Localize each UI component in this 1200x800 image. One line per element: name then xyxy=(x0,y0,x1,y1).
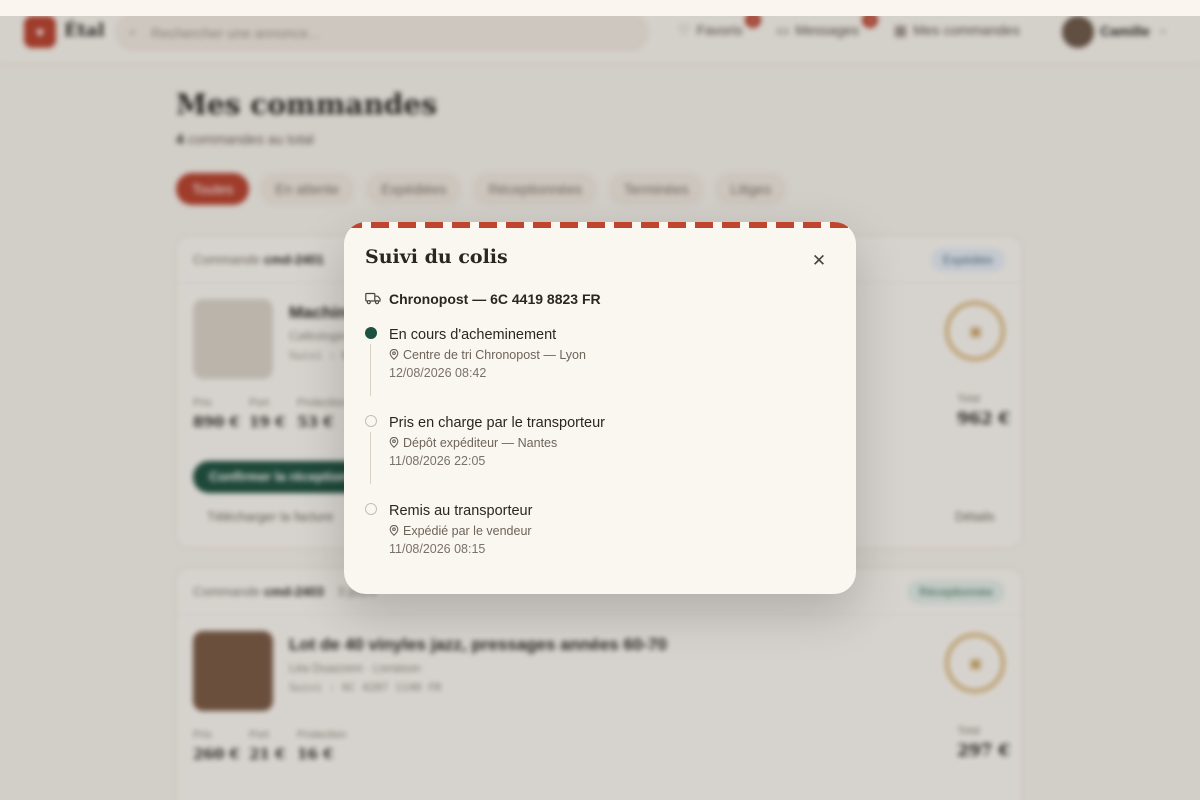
timeline-line xyxy=(370,344,371,396)
modal-stripe xyxy=(344,222,856,228)
pin-icon xyxy=(389,436,399,448)
event-location: Dépôt expéditeur — Nantes xyxy=(389,436,557,450)
tracking-modal: Suivi du colis ✕ Chronopost — 6C 4419 88… xyxy=(344,222,856,594)
timeline-dot xyxy=(365,415,377,427)
event-location: Centre de tri Chronopost — Lyon xyxy=(389,348,586,362)
pin-icon xyxy=(389,348,399,360)
modal-title: Suivi du colis xyxy=(365,246,508,268)
truck-icon xyxy=(365,292,381,305)
event-date: 12/08/2026 08:42 xyxy=(389,366,487,380)
timeline-line xyxy=(370,432,371,484)
event-location: Expédié par le vendeur xyxy=(389,524,532,538)
event-status: En cours d'acheminement xyxy=(389,327,557,343)
event-location-text: Centre de tri Chronopost — Lyon xyxy=(403,348,586,362)
carrier-tracking: Chronopost — 6C 4419 8823 FR xyxy=(389,291,601,307)
event-status: Pris en charge par le transporteur xyxy=(389,415,605,431)
timeline-dot xyxy=(365,503,377,515)
timeline-dot-current xyxy=(365,327,377,339)
top-strip xyxy=(0,0,1200,16)
event-status: Remis au transporteur xyxy=(389,503,533,519)
event-location-text: Dépôt expéditeur — Nantes xyxy=(403,436,558,450)
event-location-text: Expédié par le vendeur xyxy=(403,524,532,538)
close-icon[interactable]: ✕ xyxy=(808,250,830,272)
pin-icon xyxy=(389,524,399,536)
event-date: 11/08/2026 08:15 xyxy=(389,542,486,556)
event-date: 11/08/2026 22:05 xyxy=(389,454,486,468)
